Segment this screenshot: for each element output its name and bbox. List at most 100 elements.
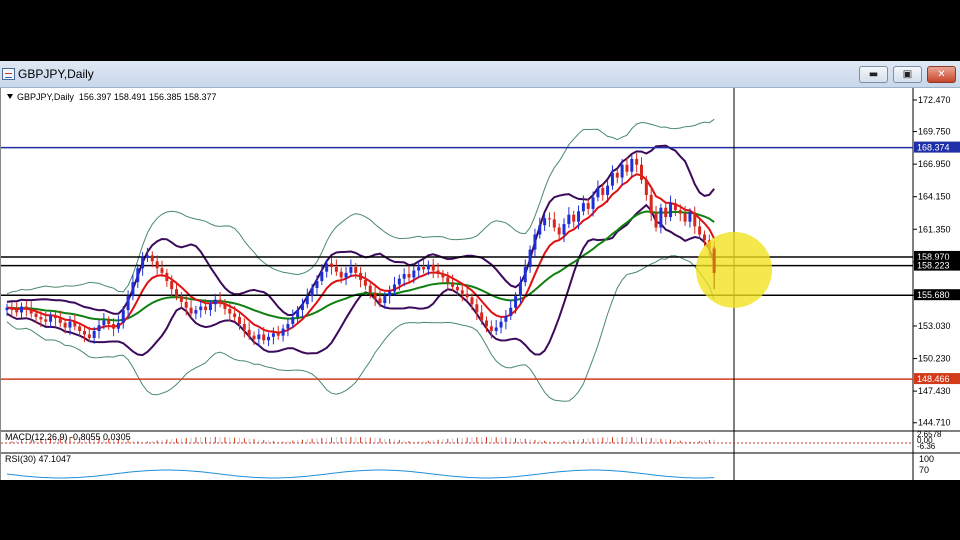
candle-body — [286, 324, 290, 329]
candle-body — [53, 315, 57, 319]
candle-body — [175, 289, 179, 297]
candle-body — [305, 296, 309, 305]
candle-body — [606, 185, 610, 195]
candle-body — [518, 282, 522, 297]
candle-body — [572, 214, 576, 222]
candle-body — [543, 218, 547, 226]
price-chart[interactable]: 172.470169.750166.950164.150161.350158.5… — [1, 88, 960, 480]
candle-body — [620, 164, 624, 178]
candle-body — [504, 315, 508, 322]
candle-body — [82, 331, 86, 335]
candle-body — [189, 307, 193, 314]
candle-body — [577, 211, 581, 222]
candle-body — [126, 296, 130, 311]
close-button[interactable]: ✕ — [927, 66, 956, 83]
candle-body — [107, 320, 111, 325]
price-tick-label: 147.430 — [918, 386, 951, 396]
candle-body — [228, 308, 232, 314]
candle-body — [150, 255, 154, 262]
candle-body — [702, 234, 706, 241]
level-label: 155.680 — [917, 290, 950, 300]
candle-body — [509, 307, 513, 316]
candle-body — [499, 321, 503, 328]
chart-window-icon — [2, 68, 15, 80]
candle-body — [155, 261, 159, 269]
candle-body — [300, 304, 304, 311]
candle-body — [334, 267, 338, 272]
candle-body — [712, 248, 716, 273]
candle-body — [204, 306, 208, 311]
price-tick-label: 161.350 — [918, 224, 951, 234]
candle-body — [514, 296, 518, 308]
candle-body — [693, 212, 697, 227]
candle-body — [199, 306, 203, 311]
candle-body — [373, 292, 377, 299]
candle-body — [664, 207, 668, 218]
candle-body — [359, 272, 363, 280]
candle-body — [184, 301, 188, 308]
chart-legend: GBPJPY,Daily 156.397 158.491 156.385 158… — [7, 92, 217, 102]
candle-body — [640, 164, 644, 180]
candle-body — [683, 213, 687, 222]
candle-body — [39, 317, 43, 320]
candle-body — [325, 263, 329, 272]
candle-body — [649, 194, 653, 214]
candle-body — [407, 274, 411, 278]
restore-button[interactable]: ▣ — [893, 66, 922, 83]
candle-body — [213, 299, 217, 305]
legend-symbol: GBPJPY,Daily — [17, 92, 74, 102]
candle-body — [5, 307, 9, 311]
candle-body — [363, 279, 367, 286]
candle-body — [533, 234, 537, 250]
candle-body — [252, 335, 256, 340]
candle-body — [562, 224, 566, 235]
candle-body — [116, 322, 120, 329]
candle-body — [673, 203, 677, 211]
rsi-line — [6, 469, 715, 479]
candle-body — [591, 197, 595, 209]
candle-body — [92, 331, 96, 338]
candle-body — [470, 297, 474, 305]
minimize-button[interactable]: ▬ — [859, 66, 888, 83]
candle-body — [538, 225, 542, 235]
collapse-arrow-icon[interactable] — [7, 94, 13, 99]
chart-window: GBPJPY,Daily ▬ ▣ ✕ 172.470 169.750 166.950… — [0, 61, 960, 480]
candle-body — [451, 282, 455, 287]
candle-body — [615, 172, 619, 178]
window-titlebar[interactable]: GBPJPY,Daily ▬ ▣ ✕ — [0, 61, 960, 88]
candle-body — [392, 284, 396, 292]
candle-body — [678, 210, 682, 214]
candle-body — [344, 272, 348, 278]
envelope-upper-line — [6, 144, 715, 316]
candle-body — [262, 334, 266, 341]
candle-body — [267, 336, 271, 341]
candle-body — [194, 310, 198, 314]
candle-body — [596, 187, 600, 198]
candle-body — [247, 329, 251, 336]
price-tick-label: 172.470 — [918, 95, 951, 105]
candle-body — [315, 281, 319, 288]
candle-body — [15, 310, 19, 313]
price-tick-label: 150.230 — [918, 354, 951, 364]
candle-body — [34, 313, 38, 318]
candle-body — [654, 213, 658, 228]
candle-body — [485, 320, 489, 327]
candle-body — [388, 291, 392, 297]
candle-body — [610, 172, 614, 186]
candle-body — [97, 325, 101, 332]
price-tick-label: 166.950 — [918, 159, 951, 169]
candle-body — [441, 274, 445, 278]
candle-body — [179, 296, 183, 302]
candle-body — [237, 317, 241, 325]
candle-body — [378, 298, 382, 304]
candle-body — [417, 267, 421, 271]
candle-body — [552, 219, 556, 228]
candle-body — [465, 293, 469, 298]
candle-body — [460, 290, 464, 294]
candle-body — [397, 278, 401, 285]
candle-body — [291, 317, 295, 325]
legend-ohlc: 156.397 158.491 156.385 158.377 — [78, 92, 217, 102]
candle-body — [601, 187, 605, 195]
chart-area[interactable]: 172.470169.750166.950164.150161.350158.5… — [0, 88, 960, 480]
candle-body — [368, 285, 372, 293]
